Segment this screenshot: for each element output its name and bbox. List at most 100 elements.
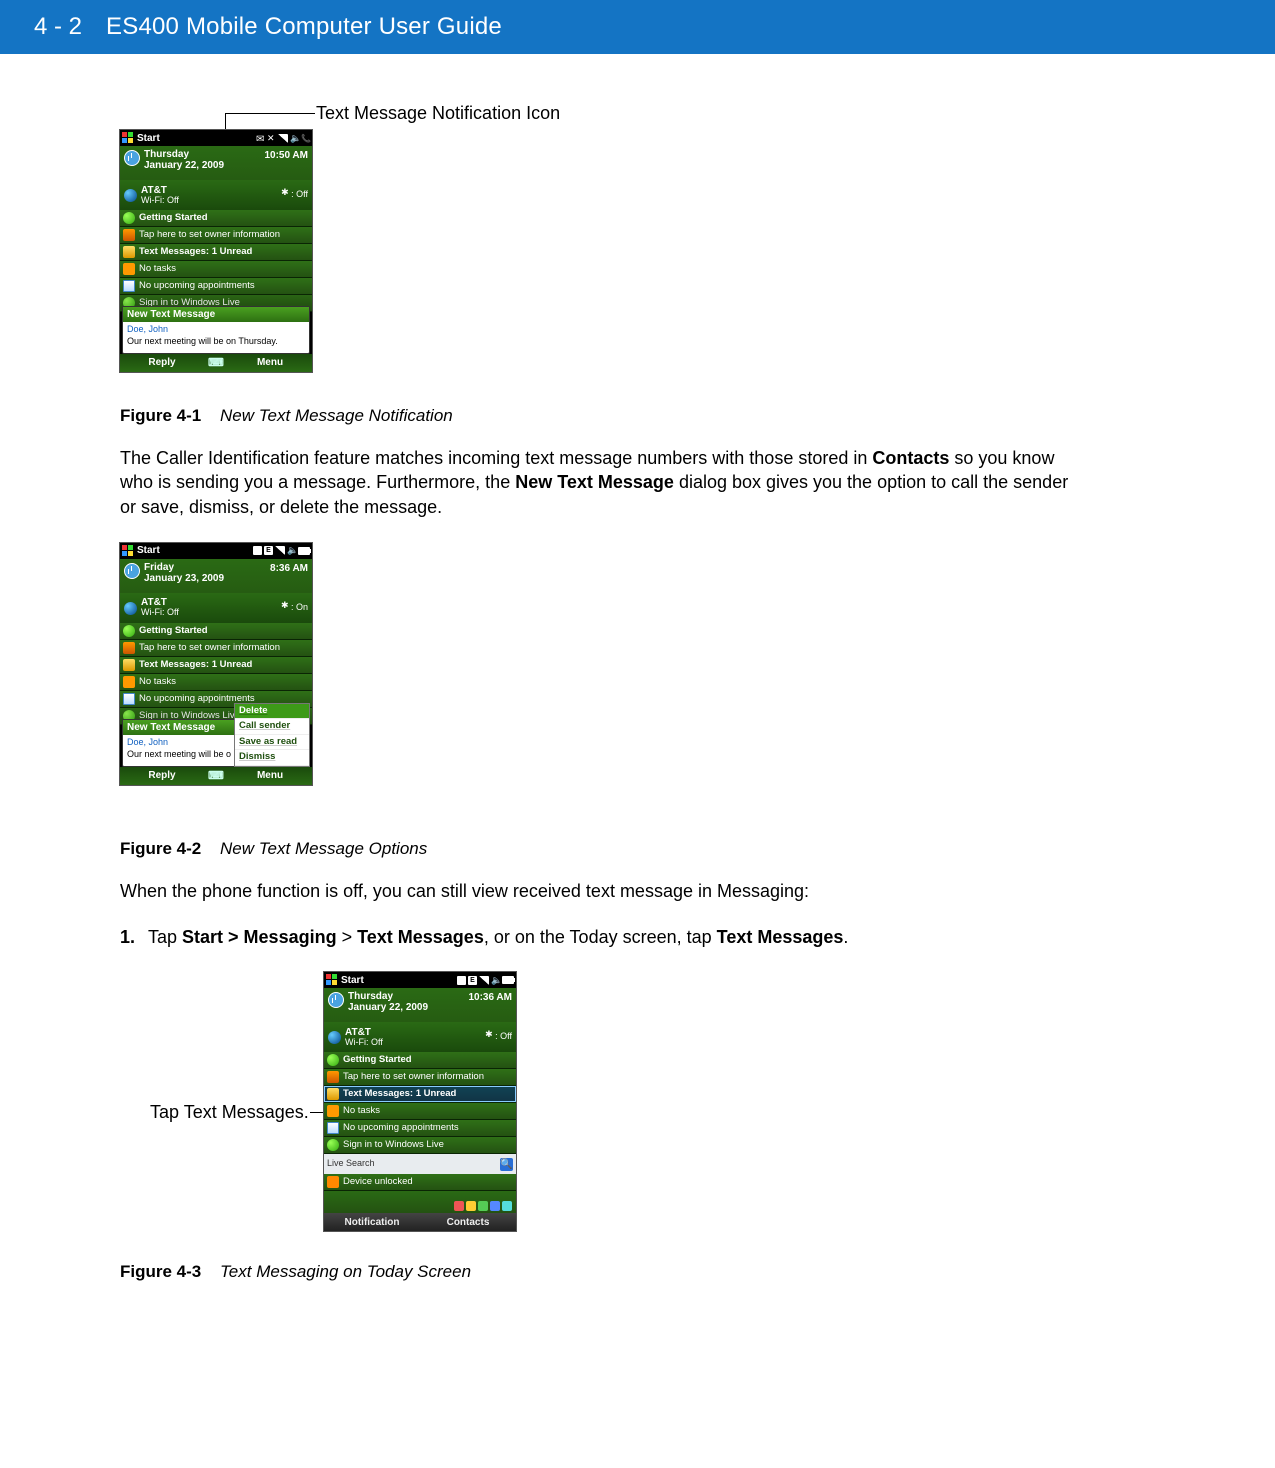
volume-icon — [290, 134, 299, 143]
date-label: January 22, 2009 — [144, 160, 224, 171]
softkey-contacts[interactable]: Contacts — [420, 1217, 516, 1228]
phone-screenshot-3: Start E Thursday January 22, 2009 — [324, 972, 516, 1231]
owner-info-row[interactable]: Tap here to set owner information — [120, 227, 312, 244]
text-messages-row[interactable]: Text Messages: 1 Unread — [120, 657, 312, 674]
wifi-status: Wi-Fi: Off — [141, 196, 179, 206]
person-icon — [123, 642, 135, 654]
phone-screenshot-2: Start E Friday January 23, 2009 — [120, 543, 312, 785]
keyboard-icon[interactable] — [204, 357, 228, 369]
globe-icon — [328, 1031, 341, 1044]
taskbar: Start E — [324, 972, 516, 988]
carrier-name: AT&T — [141, 185, 179, 196]
date-label: January 23, 2009 — [144, 573, 224, 584]
carrier-row[interactable]: AT&T Wi-Fi: Off : Off — [324, 1022, 516, 1052]
signal-icon — [479, 976, 489, 985]
carrier-row[interactable]: AT&T Wi-Fi: Off : Off — [120, 180, 312, 210]
wifi-status: Wi-Fi: Off — [345, 1038, 383, 1048]
page-header: 4 - 2 ES400 Mobile Computer User Guide — [0, 0, 1275, 54]
softkey-reply[interactable]: Reply — [120, 770, 204, 781]
step-number: 1. — [120, 927, 148, 948]
appointments-row[interactable]: No upcoming appointments — [120, 278, 312, 295]
start-icon — [123, 212, 135, 224]
live-search-label: Live Search — [327, 1159, 375, 1169]
battery-icon — [502, 976, 514, 984]
start-label[interactable]: Start — [137, 133, 160, 144]
phone-icon — [301, 134, 310, 143]
softkey-menu[interactable]: Menu — [228, 770, 312, 781]
tasks-row[interactable]: No tasks — [324, 1103, 516, 1120]
getting-started-row[interactable]: Getting Started — [120, 623, 312, 640]
lock-icon — [327, 1176, 339, 1188]
tray-icons — [454, 1201, 512, 1211]
bluetooth-icon — [283, 190, 289, 200]
context-menu: Delete Call sender Save as read Dismiss — [234, 703, 310, 767]
clock-icon — [124, 563, 140, 579]
bluetooth-status: : Off — [487, 1032, 512, 1042]
document-title: ES400 Mobile Computer User Guide — [106, 13, 502, 41]
person-icon — [327, 1071, 339, 1083]
taskbar: Start — [120, 130, 312, 146]
date-row[interactable]: Thursday January 22, 2009 10:50 AM — [120, 146, 312, 180]
appointments-row[interactable]: No upcoming appointments — [324, 1120, 516, 1137]
start-label[interactable]: Start — [137, 545, 160, 556]
page-content: Text Message Notification Icon Start — [0, 54, 1275, 1312]
figure-label: Figure 4-1 — [120, 406, 201, 425]
person-icon — [123, 229, 135, 241]
windows-logo-icon — [326, 974, 338, 986]
figure-label: Figure 4-2 — [120, 839, 201, 858]
phone-screenshot-1: Start Thursday January 22, 2009 — [120, 130, 312, 372]
carrier-row[interactable]: AT&T Wi-Fi: Off : On — [120, 593, 312, 623]
text-messages-row[interactable]: Text Messages: 1 Unread — [324, 1086, 516, 1103]
menu-call-sender[interactable]: Call sender — [235, 719, 309, 734]
connection-icon — [267, 134, 276, 143]
day-label: Thursday — [144, 149, 224, 160]
owner-info-row[interactable]: Tap here to set owner information — [120, 640, 312, 657]
menu-dismiss[interactable]: Dismiss — [235, 750, 309, 765]
getting-started-row[interactable]: Getting Started — [120, 210, 312, 227]
edge-icon: E — [264, 546, 273, 555]
status-icons: E — [457, 976, 514, 985]
softkey-notification[interactable]: Notification — [324, 1217, 420, 1228]
start-label[interactable]: Start — [341, 975, 364, 986]
figure-4-2-wrap: Start E Friday January 23, 2009 — [120, 543, 1175, 829]
search-icon[interactable]: 🔍 — [500, 1158, 513, 1171]
page-number: 4 - 2 — [34, 13, 82, 41]
day-label: Friday — [144, 562, 224, 573]
windows-live-row[interactable]: Sign in to Windows Live — [324, 1137, 516, 1154]
start-icon — [123, 625, 135, 637]
calendar-icon — [123, 693, 135, 705]
popup-header: New Text Message — [123, 720, 235, 735]
message-icon — [123, 659, 135, 671]
windows-logo-icon — [122, 545, 134, 557]
tasks-row[interactable]: No tasks — [120, 261, 312, 278]
live-icon — [327, 1139, 339, 1151]
status-icons — [256, 134, 310, 143]
date-row[interactable]: Friday January 23, 2009 8:36 AM — [120, 559, 312, 593]
tasks-row[interactable]: No tasks — [120, 674, 312, 691]
clock-icon — [328, 992, 344, 1008]
menu-delete[interactable]: Delete — [235, 704, 309, 719]
softkey-reply[interactable]: Reply — [120, 357, 204, 368]
envelope-icon — [256, 134, 265, 143]
owner-info-row[interactable]: Tap here to set owner information — [324, 1069, 516, 1086]
device-unlocked-row[interactable]: Device unlocked — [324, 1174, 516, 1191]
figure-label: Figure 4-3 — [120, 1262, 201, 1281]
softkey-menu[interactable]: Menu — [228, 357, 312, 368]
edge-icon: E — [468, 976, 477, 985]
time-label: 10:36 AM — [468, 992, 512, 1003]
date-row[interactable]: Thursday January 22, 2009 10:36 AM — [324, 988, 516, 1022]
tasks-icon — [123, 676, 135, 688]
message-icon — [123, 246, 135, 258]
popup-body: Doe, John Our next meeting will be on Th… — [123, 322, 309, 353]
soft-key-bar: Reply Menu — [120, 767, 312, 785]
volume-icon — [287, 546, 296, 555]
globe-icon — [124, 189, 137, 202]
keyboard-icon[interactable] — [204, 770, 228, 782]
taskbar: Start E — [120, 543, 312, 559]
time-label: 8:36 AM — [270, 563, 308, 574]
getting-started-row[interactable]: Getting Started — [324, 1052, 516, 1069]
live-search-row[interactable]: Live Search 🔍 — [324, 1154, 516, 1174]
menu-save-as-read[interactable]: Save as read — [235, 735, 309, 750]
text-messages-row[interactable]: Text Messages: 1 Unread — [120, 244, 312, 261]
today-empty-area — [324, 1191, 516, 1213]
